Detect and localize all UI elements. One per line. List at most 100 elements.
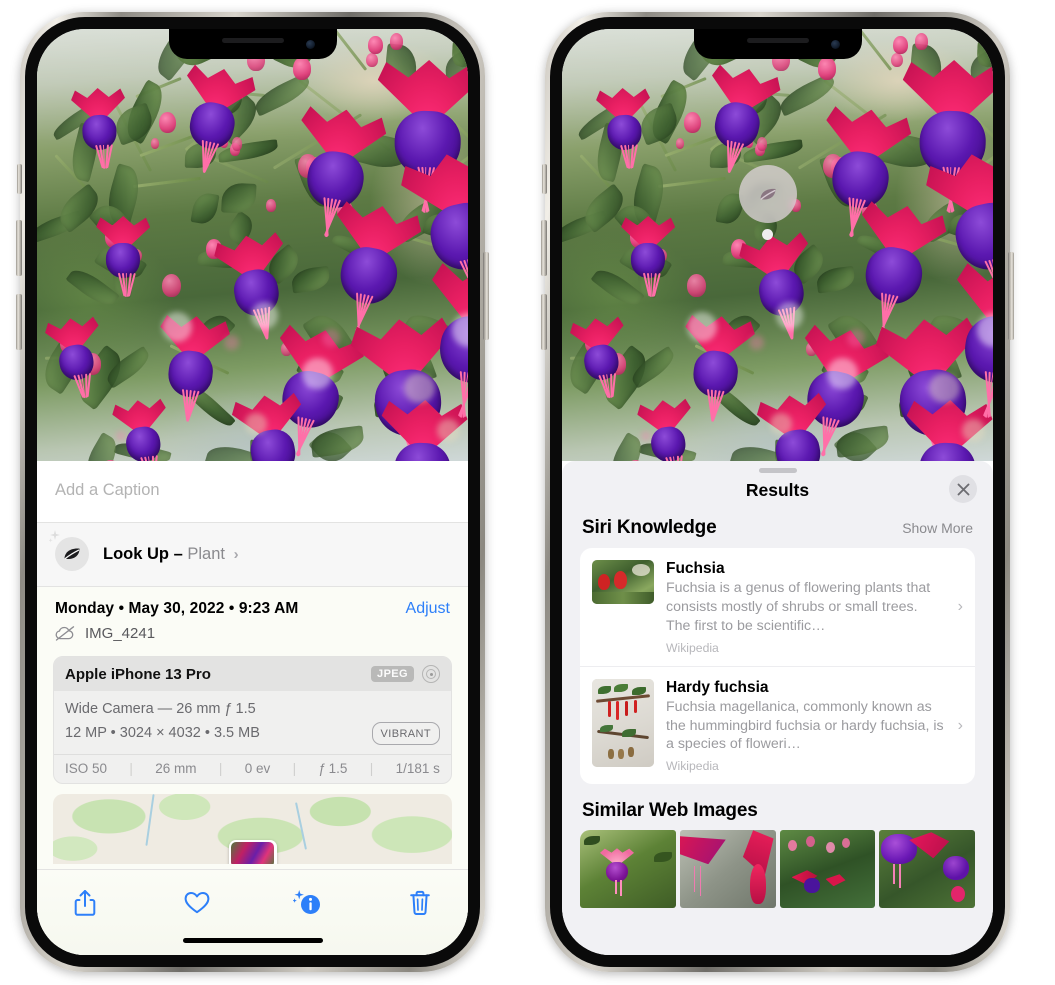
flower-bud	[890, 52, 903, 68]
flower-stamens	[720, 139, 744, 174]
fuchsia-pink-purple-bloom-thumbnail[interactable]	[580, 830, 676, 909]
similar-web-images-row	[562, 830, 993, 909]
device-notch	[168, 29, 337, 59]
flower-corolla	[393, 442, 452, 461]
capture-date: Monday • May 30, 2022 • 9:23 AM	[55, 600, 299, 617]
close-icon	[957, 483, 969, 495]
front-camera	[830, 40, 840, 49]
location-map-thumbnail[interactable]	[53, 793, 452, 864]
bokeh-dot	[961, 419, 985, 443]
leaf-icon	[760, 188, 776, 200]
flower-stamens	[179, 388, 200, 422]
caption-field[interactable]: Add a Caption	[37, 461, 468, 523]
info-button[interactable]	[286, 884, 330, 922]
delete-button[interactable]	[398, 884, 442, 922]
card-source: Wikipedia	[666, 640, 719, 655]
look-up-row[interactable]: Look Up – Plant ›	[37, 523, 468, 587]
lens-line: Wide Camera — 26 mm ƒ 1.5	[65, 701, 256, 717]
results-header: Results	[562, 473, 993, 515]
share-button[interactable]	[63, 884, 107, 922]
show-more-button[interactable]: Show More	[902, 520, 973, 536]
flower-stamens	[117, 272, 136, 298]
earpiece-speaker	[746, 38, 809, 43]
flower-bud	[162, 273, 181, 298]
power-button[interactable]	[1008, 252, 1014, 340]
earpiece-speaker	[221, 38, 284, 43]
filename: IMG_4241	[85, 625, 156, 642]
bokeh-dot	[846, 329, 865, 347]
close-button[interactable]	[949, 475, 977, 503]
flower-bud	[365, 52, 378, 68]
photo-info-sheet: Add a Caption Look Up – Plant › Monday •…	[37, 461, 468, 955]
flower-bud	[150, 138, 160, 149]
photo-pin[interactable]	[228, 839, 277, 864]
bokeh-dot	[302, 358, 333, 389]
exif-stat: 1/181 s	[395, 760, 440, 776]
list-item[interactable]: Hardy fuchsia Fuchsia magellanica, commo…	[580, 665, 975, 785]
flower-stamens	[453, 371, 468, 420]
power-button[interactable]	[483, 252, 489, 340]
trash-icon	[410, 890, 430, 916]
fuchsia-bloom	[595, 87, 652, 169]
fuchsia-bloom	[755, 390, 837, 461]
exif-stat: 0 ev	[244, 760, 271, 776]
fuchsia-red-closeup-thumbnail[interactable]	[679, 830, 776, 909]
device-notch	[693, 29, 862, 59]
results-title: Results	[745, 480, 810, 500]
flower-stamens	[978, 371, 993, 420]
chevron-right-icon: ›	[957, 716, 963, 734]
volume-up-button[interactable]	[541, 220, 547, 276]
bokeh-dot	[775, 302, 803, 329]
bokeh-dot	[436, 419, 460, 443]
left-phone-device: Add a Caption Look Up – Plant › Monday •…	[16, 12, 489, 972]
info-sparkle-icon	[293, 890, 321, 914]
list-item[interactable]: Fuchsia Fuchsia is a genus of flowering …	[580, 548, 975, 666]
chevron-right-icon: ›	[233, 545, 239, 563]
photo-viewer[interactable]	[562, 29, 993, 461]
fuchsia-bloom	[230, 390, 312, 461]
results-panel: Results Siri Knowledge Show More Fuchsia…	[562, 461, 993, 955]
flower-stamens	[704, 388, 725, 422]
fuchsia-bloom	[111, 396, 173, 461]
mute-switch[interactable]	[542, 164, 547, 194]
flower-stamens	[72, 372, 91, 399]
fuchsia-purple-magenta-thumbnail[interactable]	[879, 830, 975, 909]
mute-switch[interactable]	[17, 164, 22, 194]
volume-up-button[interactable]	[16, 220, 22, 276]
stat-divider: |	[129, 760, 133, 776]
flower-bud	[817, 56, 836, 81]
card-title: Hardy fuchsia	[666, 678, 769, 696]
cloud-slash-icon	[55, 626, 75, 641]
fuchsia-red-flowers-thumbnail	[592, 560, 654, 604]
visual-lookup-anchor-dot	[762, 229, 773, 240]
photo-viewer[interactable]	[37, 29, 468, 461]
favorite-button[interactable]	[175, 884, 219, 922]
fuchsia-bloom	[621, 216, 675, 298]
siri-knowledge-cards: Fuchsia Fuchsia is a genus of flowering …	[580, 548, 975, 785]
left-screen: Add a Caption Look Up – Plant › Monday •…	[37, 29, 468, 955]
chevron-right-icon: ›	[957, 598, 963, 616]
visual-lookup-badge[interactable]	[739, 165, 797, 223]
volume-down-button[interactable]	[541, 294, 547, 350]
flower-stamens	[94, 144, 112, 169]
home-indicator[interactable]	[182, 938, 323, 943]
style-badge: VIBRANT	[371, 722, 440, 746]
fuchsia-bush-buds-thumbnail[interactable]	[779, 830, 876, 909]
fuchsia-bloom	[569, 314, 632, 398]
similar-web-images-header: Similar Web Images	[562, 784, 993, 830]
plant-stem	[658, 177, 727, 189]
exif-stat: ISO 50	[65, 760, 108, 776]
exif-stats: ISO 50 | 26 mm | 0 ev | ƒ 1.5 | 1/181 s	[54, 753, 451, 783]
caption-placeholder: Add a Caption	[55, 481, 160, 499]
bokeh-dot	[748, 334, 765, 350]
leaf-icon	[48, 530, 89, 571]
flower-bud	[292, 56, 311, 81]
fuchsia-bloom	[96, 216, 150, 298]
heart-icon	[184, 892, 210, 914]
volume-down-button[interactable]	[16, 294, 22, 350]
look-up-label: Look Up – Plant ›	[103, 545, 239, 564]
bokeh-dot	[929, 372, 960, 403]
adjust-button[interactable]: Adjust	[406, 600, 450, 618]
bokeh-dot	[162, 312, 193, 343]
hardy-fuchsia-specimen-thumbnail	[592, 678, 654, 767]
